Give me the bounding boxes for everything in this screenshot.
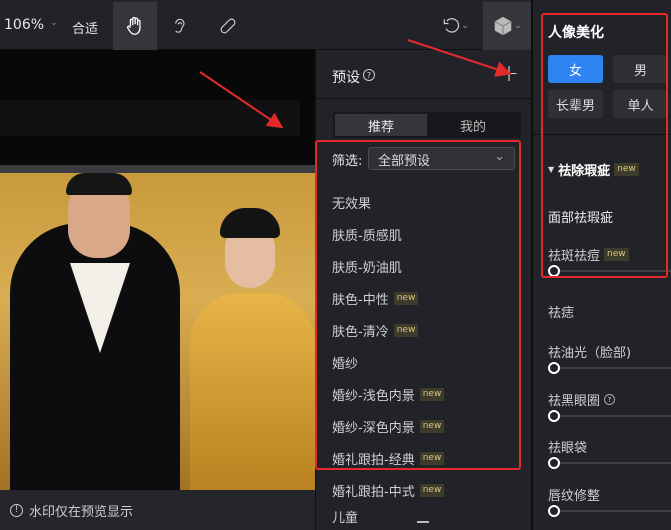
arrow-icon xyxy=(199,71,284,129)
annotation-arrows xyxy=(199,39,512,129)
arrow-icon xyxy=(407,39,512,77)
